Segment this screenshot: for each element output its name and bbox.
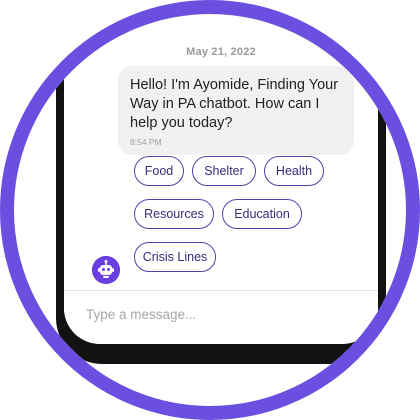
quick-reply-shelter[interactable]: Shelter (192, 156, 256, 186)
quick-reply-health[interactable]: Health (264, 156, 324, 186)
bot-message-text: Hello! I'm Ayomide, Finding Your Way in … (130, 77, 339, 131)
message-input[interactable] (84, 301, 348, 327)
circular-frame: May 21, 2022 Hello! I'm Ayomide, Finding… (0, 0, 420, 420)
robot-icon (92, 256, 120, 284)
quick-reply-crisis-lines[interactable]: Crisis Lines (134, 242, 216, 272)
phone-frame: May 21, 2022 Hello! I'm Ayomide, Finding… (56, 14, 386, 364)
chat-screen: May 21, 2022 Hello! I'm Ayomide, Finding… (64, 14, 378, 344)
date-separator: May 21, 2022 (186, 46, 256, 58)
quick-reply-education[interactable]: Education (222, 199, 302, 229)
message-timestamp: 8:54 PM (130, 137, 162, 147)
bot-message-bubble: Hello! I'm Ayomide, Finding Your Way in … (118, 66, 354, 155)
quick-reply-food[interactable]: Food (134, 156, 184, 186)
quick-reply-resources[interactable]: Resources (134, 199, 214, 229)
message-composer (64, 290, 378, 344)
